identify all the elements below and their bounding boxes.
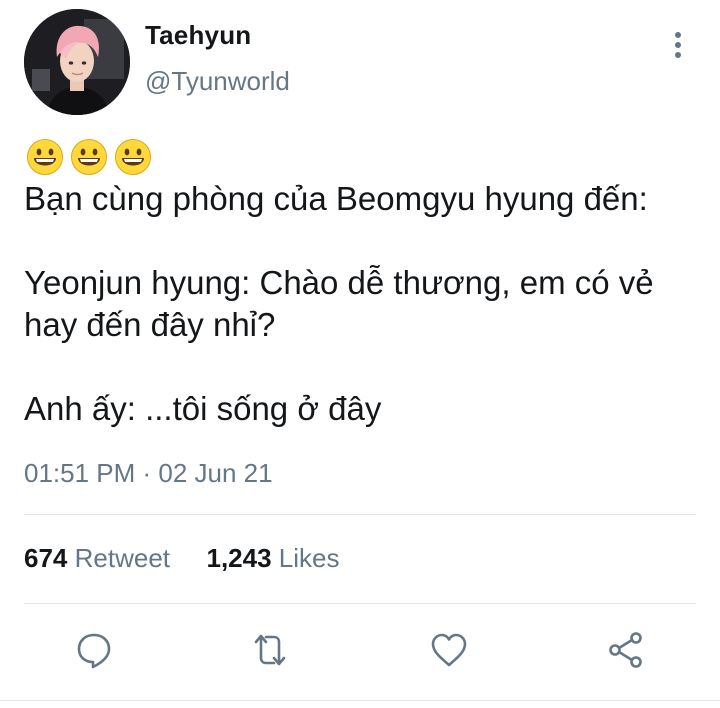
tweet-text-line: Bạn cùng phòng của Beomgyu hyung đến:	[24, 180, 648, 217]
grinning-face-icon	[27, 139, 63, 175]
retweet-button[interactable]	[248, 628, 292, 672]
author-display-name[interactable]: Taehyun	[145, 20, 251, 51]
reply-icon	[77, 633, 111, 669]
tweet-text-line: Yeonjun hyung: Chào dễ thương, em có vẻ	[24, 264, 654, 301]
divider	[24, 514, 696, 515]
tweet-text-line	[24, 346, 704, 388]
grinning-face-icon	[115, 139, 151, 175]
avatar-photo	[24, 9, 130, 115]
tweet-text: Bạn cùng phòng của Beomgyu hyung đến: Ye…	[24, 178, 704, 430]
likes-stat[interactable]: 1,243 Likes	[206, 543, 339, 573]
retweet-count: 674	[24, 543, 68, 573]
retweet-icon	[254, 634, 286, 666]
share-icon	[609, 632, 642, 668]
avatar[interactable]	[24, 9, 130, 115]
more-options-button[interactable]	[662, 28, 694, 62]
grinning-face-icon	[71, 139, 107, 175]
action-bar	[0, 628, 720, 672]
tweet-text-line: hay đến đây nhỉ?	[24, 306, 276, 343]
more-dot-icon	[675, 32, 681, 38]
tweet-detail: Taehyun @Tyunworld Bạn cùng phòng của Be…	[0, 0, 720, 708]
emoji-row	[26, 138, 152, 176]
like-icon	[431, 633, 467, 667]
retweet-label: Retweet	[74, 543, 171, 573]
likes-label: Likes	[278, 543, 340, 573]
tweet-text-line: Anh ấy: ...tôi sống ở đây	[24, 390, 382, 427]
more-dot-icon	[675, 42, 681, 48]
tweet-text-line	[24, 220, 704, 262]
like-button[interactable]	[427, 628, 471, 672]
more-dot-icon	[675, 52, 681, 58]
reply-button[interactable]	[72, 628, 116, 672]
retweet-stat[interactable]: 674 Retweet	[24, 543, 170, 573]
divider	[24, 603, 696, 604]
tweet-timestamp[interactable]: 01:51 PM · 02 Jun 21	[24, 458, 273, 489]
divider	[0, 700, 720, 701]
tweet-stats: 674 Retweet 1,243 Likes	[24, 543, 340, 574]
author-handle[interactable]: @Tyunworld	[145, 66, 290, 97]
share-button[interactable]	[604, 628, 648, 672]
likes-count: 1,243	[206, 543, 272, 573]
